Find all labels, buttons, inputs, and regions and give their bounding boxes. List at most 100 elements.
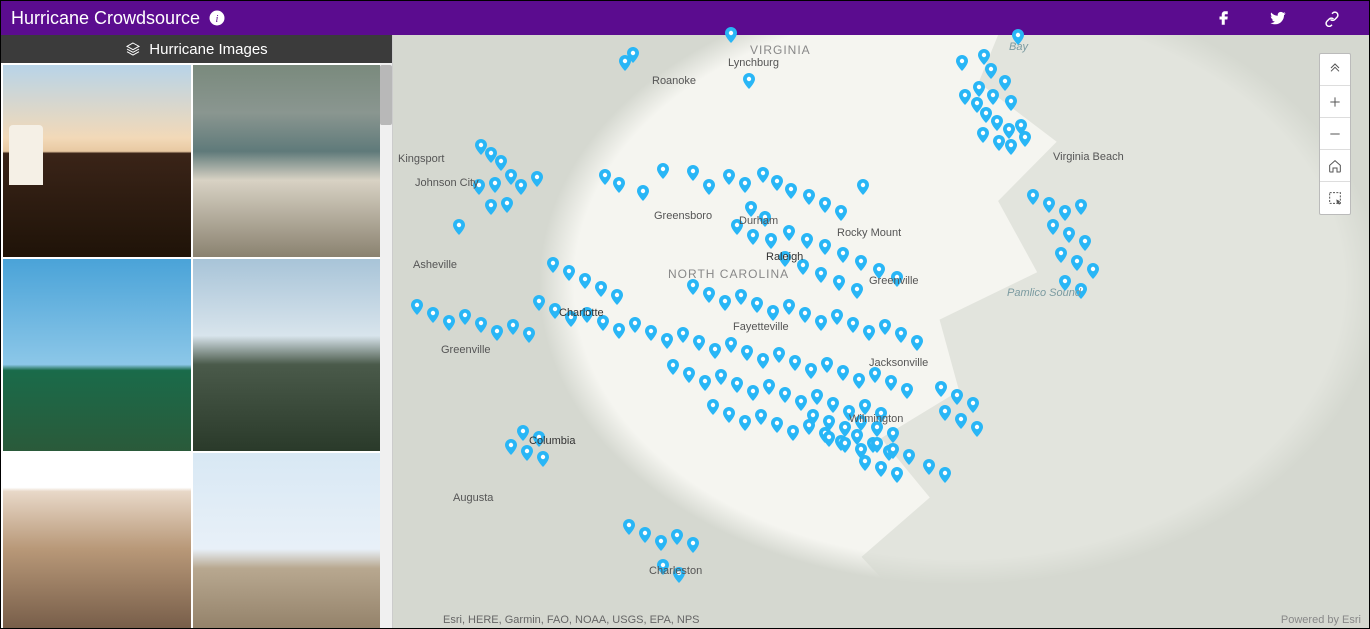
- map-pin[interactable]: [731, 219, 743, 235]
- map-pin[interactable]: [473, 179, 485, 195]
- map-pin[interactable]: [731, 377, 743, 393]
- info-icon[interactable]: i: [208, 9, 226, 27]
- map-pin[interactable]: [613, 323, 625, 339]
- map-pin[interactable]: [655, 535, 667, 551]
- gallery-thumbnail[interactable]: [3, 65, 191, 257]
- map-pin[interactable]: [783, 299, 795, 315]
- map-pin[interactable]: [939, 405, 951, 421]
- map-pin[interactable]: [985, 63, 997, 79]
- map-pin[interactable]: [757, 167, 769, 183]
- map-pin[interactable]: [1019, 131, 1031, 147]
- map-pin[interactable]: [807, 409, 819, 425]
- map-pin[interactable]: [739, 177, 751, 193]
- map-pin[interactable]: [891, 271, 903, 287]
- map-pin[interactable]: [911, 335, 923, 351]
- map-pin[interactable]: [517, 425, 529, 441]
- map-pin[interactable]: [611, 289, 623, 305]
- map-pin[interactable]: [673, 567, 685, 583]
- gallery-thumbnail[interactable]: [193, 453, 381, 628]
- powered-by[interactable]: Powered by Esri: [1281, 614, 1361, 626]
- map-pin[interactable]: [903, 449, 915, 465]
- map-pin[interactable]: [787, 425, 799, 441]
- map-pin[interactable]: [779, 387, 791, 403]
- map-pin[interactable]: [537, 451, 549, 467]
- map-pin[interactable]: [935, 381, 947, 397]
- gallery-thumbnail[interactable]: [3, 453, 191, 628]
- map-pin[interactable]: [999, 75, 1011, 91]
- map-pin[interactable]: [1055, 247, 1067, 263]
- map-pin[interactable]: [901, 383, 913, 399]
- map-pin[interactable]: [789, 355, 801, 371]
- map-pin[interactable]: [1079, 235, 1091, 251]
- map-pin[interactable]: [819, 197, 831, 213]
- map-pin[interactable]: [855, 255, 867, 271]
- map-pin[interactable]: [879, 319, 891, 335]
- map-pin[interactable]: [687, 279, 699, 295]
- map-pin[interactable]: [661, 333, 673, 349]
- map-pin[interactable]: [707, 399, 719, 415]
- map-pin[interactable]: [645, 325, 657, 341]
- map-pin[interactable]: [863, 325, 875, 341]
- map-pin[interactable]: [725, 27, 737, 43]
- map-pin[interactable]: [639, 527, 651, 543]
- map-pin[interactable]: [859, 399, 871, 415]
- map-pin[interactable]: [549, 303, 561, 319]
- map-pin[interactable]: [831, 309, 843, 325]
- map-pin[interactable]: [837, 247, 849, 263]
- map-pin[interactable]: [703, 179, 715, 195]
- map-pin[interactable]: [763, 379, 775, 395]
- map-pin[interactable]: [767, 305, 779, 321]
- map-pin[interactable]: [923, 459, 935, 475]
- map-pin[interactable]: [871, 437, 883, 453]
- map-pin[interactable]: [595, 281, 607, 297]
- map-pin[interactable]: [853, 373, 865, 389]
- map-pin[interactable]: [747, 385, 759, 401]
- map-pin[interactable]: [815, 315, 827, 331]
- map-pin[interactable]: [771, 417, 783, 433]
- map-pin[interactable]: [627, 47, 639, 63]
- map-pin[interactable]: [411, 299, 423, 315]
- map-pin[interactable]: [505, 439, 517, 455]
- map-pin[interactable]: [1043, 197, 1055, 213]
- map-pin[interactable]: [1059, 205, 1071, 221]
- map-pin[interactable]: [683, 367, 695, 383]
- map-pin[interactable]: [715, 369, 727, 385]
- map-pin[interactable]: [955, 413, 967, 429]
- map-pin[interactable]: [723, 169, 735, 185]
- map-pin[interactable]: [765, 233, 777, 249]
- map-pin[interactable]: [723, 407, 735, 423]
- map-pin[interactable]: [677, 327, 689, 343]
- map-pin[interactable]: [797, 259, 809, 275]
- map-pin[interactable]: [485, 199, 497, 215]
- map-pin[interactable]: [687, 165, 699, 181]
- map-pin[interactable]: [971, 421, 983, 437]
- map-pin[interactable]: [819, 239, 831, 255]
- map-pin[interactable]: [821, 357, 833, 373]
- map-pin[interactable]: [521, 445, 533, 461]
- map-pin[interactable]: [873, 263, 885, 279]
- map-pin[interactable]: [827, 397, 839, 413]
- map-pin[interactable]: [823, 431, 835, 447]
- map-pin[interactable]: [453, 219, 465, 235]
- map-pin[interactable]: [751, 297, 763, 313]
- map-pin[interactable]: [895, 327, 907, 343]
- map-pin[interactable]: [1071, 255, 1083, 271]
- gallery-thumbnail[interactable]: [193, 259, 381, 451]
- map-pin[interactable]: [993, 135, 1005, 151]
- map-pin[interactable]: [703, 287, 715, 303]
- map-pin[interactable]: [1087, 263, 1099, 279]
- map-pin[interactable]: [859, 455, 871, 471]
- map-pin[interactable]: [599, 169, 611, 185]
- map[interactable]: VIRGINIALynchburgBayRoanokeVirginia Beac…: [393, 35, 1369, 628]
- map-pin[interactable]: [597, 315, 609, 331]
- map-pin[interactable]: [887, 443, 899, 459]
- map-pin[interactable]: [1059, 275, 1071, 291]
- map-pin[interactable]: [693, 335, 705, 351]
- default-extent-button[interactable]: [1320, 54, 1350, 86]
- map-pin[interactable]: [491, 325, 503, 341]
- map-pin[interactable]: [837, 365, 849, 381]
- map-pin[interactable]: [1012, 29, 1024, 45]
- map-pin[interactable]: [459, 309, 471, 325]
- map-pin[interactable]: [857, 179, 869, 195]
- select-button[interactable]: [1320, 182, 1350, 214]
